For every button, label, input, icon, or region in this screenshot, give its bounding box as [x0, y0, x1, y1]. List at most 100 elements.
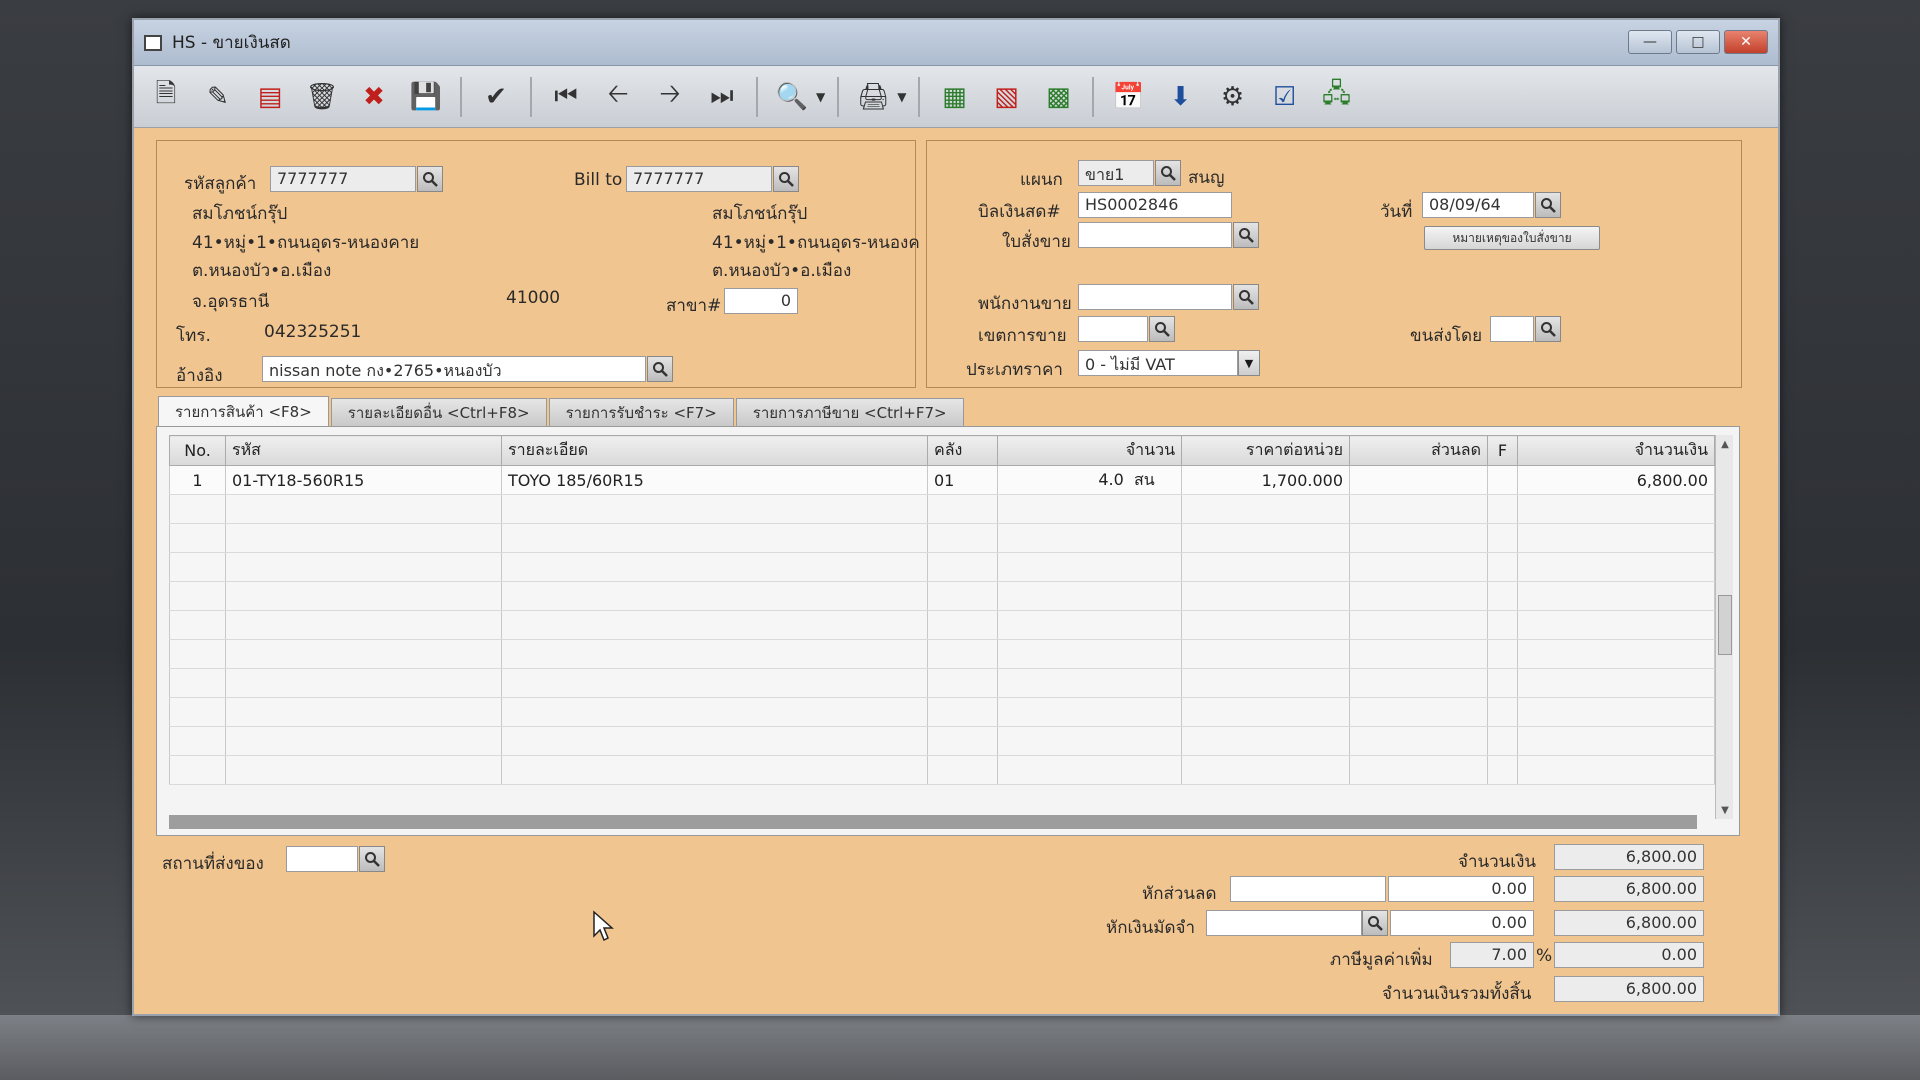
search-icon [365, 852, 380, 867]
reference-search-button[interactable] [647, 356, 673, 382]
find-dropdown-icon[interactable]: ▼ [816, 90, 825, 104]
scroll-up-icon[interactable]: ▲ [1716, 435, 1734, 453]
col-warehouse[interactable]: คลัง [927, 435, 998, 466]
cancel-doc-icon[interactable]: ▤ [248, 75, 292, 119]
reference-field[interactable]: nissan note กง•2765•หนองบัว [262, 356, 646, 382]
first-record-icon[interactable]: ⏮ [544, 75, 588, 119]
trash-icon[interactable]: 🗑 [300, 75, 344, 119]
sales-area-field[interactable] [1078, 316, 1148, 342]
table-row[interactable]: 1 01-TY18-560R15 TOYO 185/60R15 01 4.0 ส… [169, 465, 1715, 495]
ok-icon[interactable]: ☑ [1262, 75, 1306, 119]
next-record-icon[interactable]: 🡢 [648, 75, 692, 119]
table-row[interactable] [169, 494, 1715, 524]
tab-other-details[interactable]: รายละเอียดอื่น <Ctrl+F8> [330, 398, 547, 426]
col-discount[interactable]: ส่วนลด [1349, 435, 1488, 466]
ship-by-search-button[interactable] [1535, 316, 1561, 342]
discount-text-field[interactable] [1230, 876, 1386, 902]
salesman-field[interactable] [1078, 284, 1232, 310]
grid-vertical-scrollbar[interactable]: ▲ ▼ [1715, 435, 1733, 819]
table-row[interactable] [169, 523, 1715, 553]
vat-rate-field[interactable]: 7.00 [1450, 942, 1534, 968]
sales-area-label: เขตการขาย [978, 326, 1067, 346]
col-code[interactable]: รหัส [225, 435, 502, 466]
search-icon [1541, 198, 1556, 213]
reference-label: อ้างอิง [176, 366, 223, 386]
customer-code-field[interactable]: 7777777 [270, 166, 416, 192]
table-row[interactable] [169, 552, 1715, 582]
delivery-place-field[interactable] [286, 846, 358, 872]
tool-icon[interactable]: ⚙ [1210, 75, 1254, 119]
deposit-label: หักเงินมัดจำ [1106, 918, 1195, 938]
scroll-thumb[interactable] [1718, 595, 1732, 655]
col-no[interactable]: No. [169, 435, 226, 466]
table-row[interactable] [169, 726, 1715, 756]
price-type-select[interactable]: 0 - ไม่มี VAT [1078, 350, 1238, 376]
network-icon[interactable]: 🖧 [1314, 75, 1358, 119]
close-window-button[interactable]: ✕ [1724, 30, 1768, 54]
col-flag[interactable]: F [1487, 435, 1518, 466]
delivery-place-search-button[interactable] [359, 846, 385, 872]
department-label: แผนก [1020, 170, 1063, 190]
tab-sales-tax[interactable]: รายการภาษีขาย <Ctrl+F7> [735, 398, 964, 426]
desktop-background [0, 1015, 1920, 1080]
col-amount[interactable]: จำนวนเงิน [1517, 435, 1715, 466]
save-icon[interactable]: 💾 [404, 75, 448, 119]
deposit-text-field[interactable] [1206, 910, 1362, 936]
discount-amount-field[interactable]: 0.00 [1388, 876, 1534, 902]
prev-record-icon[interactable]: 🡠 [596, 75, 640, 119]
customer-search-button[interactable] [417, 166, 443, 192]
calendar-icon[interactable]: 📅 [1106, 75, 1150, 119]
ship-by-field[interactable] [1490, 316, 1534, 342]
col-description[interactable]: รายละเอียด [501, 435, 928, 466]
table-row[interactable] [169, 755, 1715, 785]
billto-code-field[interactable]: 7777777 [626, 166, 772, 192]
last-record-icon[interactable]: ⏭ [700, 75, 744, 119]
search-icon [1368, 916, 1383, 931]
find-icon[interactable]: 🔍 [770, 75, 814, 119]
billto-search-button[interactable] [773, 166, 799, 192]
export-icon[interactable]: ▧ [984, 75, 1028, 119]
sales-order-field[interactable] [1078, 222, 1232, 248]
date-field[interactable]: 08/09/64 [1422, 192, 1534, 218]
chevron-down-icon[interactable]: ▼ [1238, 350, 1260, 376]
minimize-button[interactable]: — [1628, 30, 1672, 54]
price-type-label: ประเภทราคา [966, 360, 1063, 380]
edit-doc-icon[interactable]: ✎ [196, 75, 240, 119]
tab-payments[interactable]: รายการรับชำระ <F7> [548, 398, 734, 426]
sales-area-search-button[interactable] [1149, 316, 1175, 342]
table-row[interactable] [169, 639, 1715, 669]
table-row[interactable] [169, 668, 1715, 698]
scroll-down-icon[interactable]: ▼ [1716, 801, 1734, 819]
date-picker-button[interactable] [1535, 192, 1561, 218]
table-row[interactable] [169, 610, 1715, 640]
bill-number-field[interactable]: HS0002846 [1078, 192, 1232, 218]
department-search-button[interactable] [1155, 160, 1181, 186]
grid-horizontal-scrollbar[interactable] [169, 815, 1697, 829]
close-circle-icon[interactable]: ✖ [352, 75, 396, 119]
order-note-button[interactable]: หมายเหตุของใบสั่งขาย [1424, 226, 1600, 250]
print-dropdown-icon[interactable]: ▼ [897, 90, 906, 104]
table-row[interactable] [169, 581, 1715, 611]
sales-order-search-button[interactable] [1233, 222, 1259, 248]
salesman-search-button[interactable] [1233, 284, 1259, 310]
search-icon [653, 362, 668, 377]
branch-field[interactable]: 0 [724, 288, 798, 314]
deposit-amount-field[interactable]: 0.00 [1390, 910, 1534, 936]
col-quantity[interactable]: จำนวน [997, 435, 1182, 466]
download-icon[interactable]: ⬇ [1158, 75, 1202, 119]
deposit-search-button[interactable] [1362, 910, 1388, 936]
maximize-button[interactable]: □ [1676, 30, 1720, 54]
new-doc-icon[interactable]: 🗎 [144, 75, 188, 119]
approve-icon[interactable]: ✔ [474, 75, 518, 119]
branch-label: สาขา# [666, 296, 722, 316]
post-icon[interactable]: ▩ [1036, 75, 1080, 119]
items-table: No. รหัส รายละเอียด คลัง จำนวน ราคาต่อหน… [169, 435, 1715, 785]
department-field[interactable]: ขาย1 [1078, 160, 1154, 186]
phone-label: โทร. [176, 326, 211, 346]
tab-items[interactable]: รายการสินค้า <F8> [158, 396, 329, 426]
print-icon[interactable]: 🖨 [851, 75, 895, 119]
import-icon[interactable]: ▦ [932, 75, 976, 119]
title-bar: HS - ขายเงินสด — □ ✕ [134, 20, 1778, 66]
table-row[interactable] [169, 697, 1715, 727]
col-unit-price[interactable]: ราคาต่อหน่วย [1181, 435, 1350, 466]
